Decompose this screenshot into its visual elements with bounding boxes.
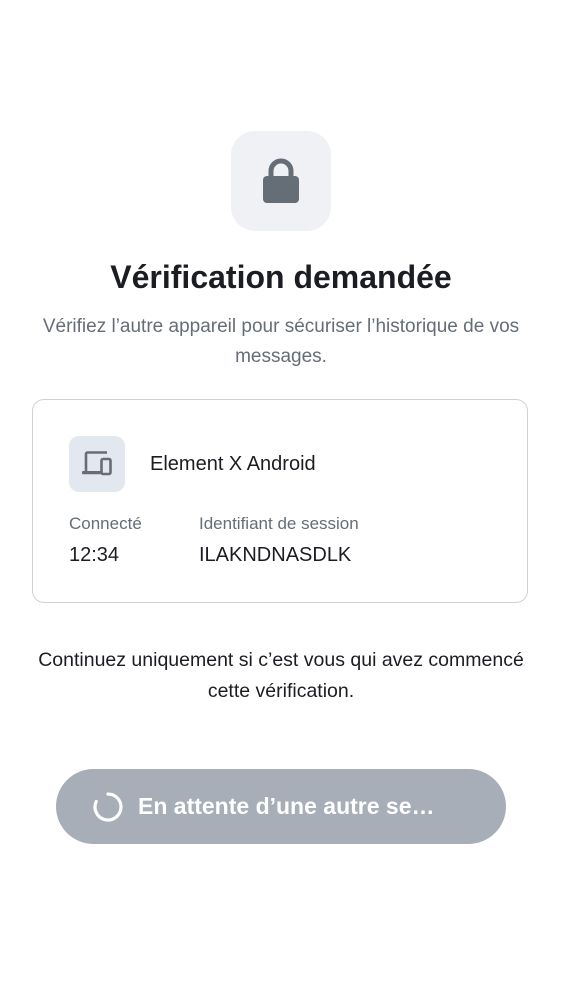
devices-icon bbox=[82, 451, 112, 476]
session-id-value: ILAKNDNASDLK bbox=[199, 544, 352, 566]
waiting-for-session-button[interactable]: En attente d’une autre se… bbox=[56, 769, 506, 844]
connected-info: Connecté 12:34 bbox=[69, 512, 142, 570]
connected-value: 12:34 bbox=[69, 544, 120, 566]
verification-notice: Continuez uniquement si c’est vous qui a… bbox=[38, 649, 524, 702]
waiting-button-label: En attente d’une autre se… bbox=[138, 793, 435, 819]
page-subtitle: Vérifiez l’autre appareil pour sécuriser… bbox=[42, 316, 520, 367]
spinner-icon bbox=[93, 791, 123, 822]
session-card: Element X Android Connecté 12:34 Identif… bbox=[32, 399, 528, 603]
page-title: Vérification demandée bbox=[110, 259, 452, 295]
session-id-info: Identifiant de session ILAKNDNASDLK bbox=[199, 512, 359, 570]
device-icon-tile bbox=[69, 436, 125, 492]
lock-icon-tile bbox=[231, 131, 331, 231]
connected-label: Connecté bbox=[69, 514, 142, 533]
session-id-label: Identifiant de session bbox=[199, 514, 359, 533]
lock-icon bbox=[263, 158, 299, 203]
device-name: Element X Android bbox=[150, 453, 316, 475]
